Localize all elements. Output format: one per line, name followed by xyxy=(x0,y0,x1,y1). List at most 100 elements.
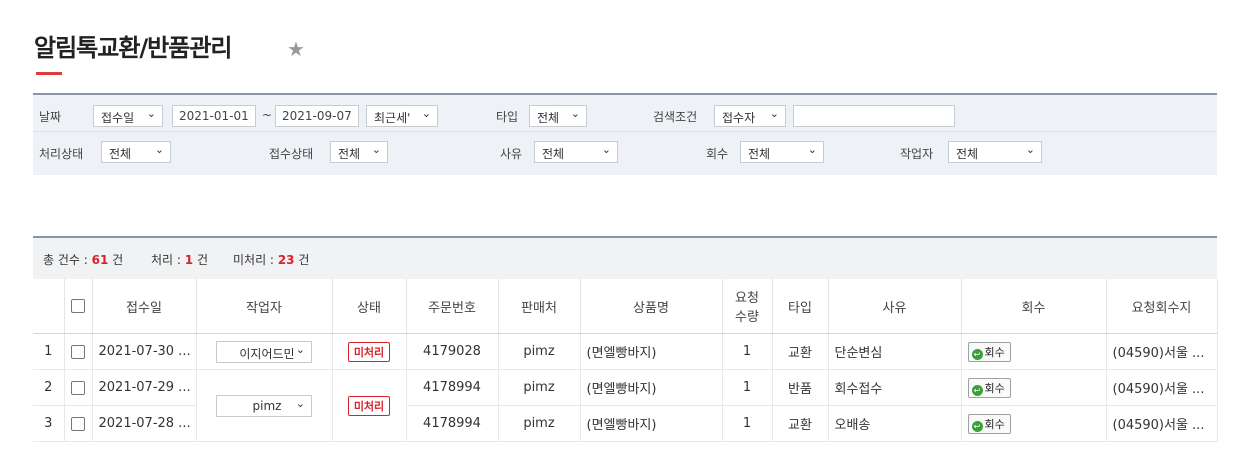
row-checkbox[interactable] xyxy=(71,416,85,431)
received-date: 2021-07-28 ... xyxy=(92,405,197,442)
type: 교환 xyxy=(772,333,829,370)
worker-select[interactable]: 전체 ⌄ xyxy=(948,141,1042,163)
returns-table: 접수일 작업자 상태 주문번호 판매처 상품명 요청 수량 타입 사유 회수 요… xyxy=(33,279,1218,442)
return-arrow-icon: ↩ xyxy=(971,348,983,360)
chevron-down-icon: ⌄ xyxy=(146,107,156,120)
select-all-checkbox[interactable] xyxy=(71,299,85,313)
reason-label: 사유 xyxy=(500,147,523,161)
reason: 회수접수 xyxy=(828,369,962,406)
header-seller[interactable]: 판매처 xyxy=(498,279,581,334)
row-number: 1 xyxy=(33,333,65,370)
received-date: 2021-07-30 ... xyxy=(92,333,197,370)
type-label: 타입 xyxy=(496,110,519,124)
worker-dropdown[interactable]: 이지어드민 ⌄ xyxy=(216,340,312,363)
date-from-input[interactable]: 2021-01-01 xyxy=(172,105,256,127)
pickup-cell: ↩ 회수 xyxy=(961,369,1107,406)
request-qty: 1 xyxy=(722,369,773,406)
date-range-tilde: ~ xyxy=(262,108,273,122)
product-name: (면엘빵바지) xyxy=(580,405,723,442)
type: 교환 xyxy=(772,405,829,442)
pickup-address: (04590)서울 ... xyxy=(1106,405,1218,442)
row-checkbox-cell[interactable] xyxy=(64,405,93,442)
reason-select[interactable]: 전체 ⌄ xyxy=(534,141,618,163)
process-status-label: 처리상태 xyxy=(39,147,84,161)
chevron-down-icon: ⌄ xyxy=(1025,143,1035,156)
page-title: 알림톡교환/반품관리 xyxy=(34,34,232,62)
order-number: 4178994 xyxy=(406,369,499,406)
pickup-select[interactable]: 전체 ⌄ xyxy=(740,141,824,163)
row-number: 3 xyxy=(33,405,65,442)
row-checkbox-cell[interactable] xyxy=(64,333,93,370)
status-badge[interactable]: 미처리 xyxy=(347,341,391,362)
pickup-button[interactable]: ↩ 회수 xyxy=(967,377,1011,398)
received-date: 2021-07-29 ... xyxy=(92,369,197,406)
filter-panel: 날짜 접수일 ⌄ 2021-01-01 ~ 2021-09-07 최근세' ⌄ 타입… xyxy=(33,93,1217,175)
filter-row-2: 처리상태 전체 ⌄ 접수상태 전체 ⌄ 사유 전체 ⌄ 회수 전체 ⌄ 작업자 전체 ⌄ xyxy=(33,133,1217,169)
reason: 단순변심 xyxy=(828,333,962,370)
pending-count-summary: 미처리 : 23 건 xyxy=(233,253,310,267)
chevron-down-icon: ⌄ xyxy=(421,107,431,120)
worker-dropdown[interactable]: pimz ⌄ xyxy=(216,394,312,417)
pickup-cell: ↩ 회수 xyxy=(961,405,1107,442)
seller: pimz xyxy=(498,405,581,442)
period-select[interactable]: 최근세' ⌄ xyxy=(366,105,438,127)
reason: 오배송 xyxy=(828,405,962,442)
header-pickup-address[interactable]: 요청회수지 xyxy=(1106,279,1218,334)
date-to-input[interactable]: 2021-09-07 xyxy=(275,105,359,127)
chevron-down-icon: ⌄ xyxy=(371,143,381,156)
receipt-status-select[interactable]: 전체 ⌄ xyxy=(330,141,388,163)
header-select-all[interactable] xyxy=(64,279,93,334)
chevron-down-icon: ⌄ xyxy=(807,143,817,156)
header-date[interactable]: 접수일 xyxy=(92,279,197,334)
pickup-cell: ↩ 회수 xyxy=(961,333,1107,370)
search-input[interactable] xyxy=(793,105,955,127)
request-qty: 1 xyxy=(722,333,773,370)
product-name: (면엘빵바지) xyxy=(580,369,723,406)
row-checkbox[interactable] xyxy=(71,344,85,359)
done-count-summary: 처리 : 1 건 xyxy=(151,253,209,267)
request-qty: 1 xyxy=(722,405,773,442)
worker-cell: pimz ⌄ xyxy=(196,369,333,442)
favorite-star-icon[interactable]: ★ xyxy=(287,37,305,61)
row-checkbox[interactable] xyxy=(71,380,85,395)
search-condition-label: 검색조건 xyxy=(653,110,698,124)
order-number: 4178994 xyxy=(406,405,499,442)
seller: pimz xyxy=(498,369,581,406)
filter-row-1: 날짜 접수일 ⌄ 2021-01-01 ~ 2021-09-07 최근세' ⌄ 타입… xyxy=(33,95,1217,132)
return-arrow-icon: ↩ xyxy=(971,420,983,432)
header-worker[interactable]: 작업자 xyxy=(196,279,333,334)
seller: pimz xyxy=(498,333,581,370)
worker-cell: 이지어드민 ⌄ xyxy=(196,333,333,370)
date-type-select[interactable]: 접수일 ⌄ xyxy=(93,105,163,127)
pickup-address: (04590)서울 ... xyxy=(1106,333,1218,370)
type-select[interactable]: 전체 ⌄ xyxy=(529,105,587,127)
header-pickup[interactable]: 회수 xyxy=(961,279,1107,334)
table-row[interactable]: 2 2021-07-29 ... pimz ⌄ 미처리 4178994 pimz … xyxy=(33,369,1218,442)
type: 반품 xyxy=(772,369,829,406)
pickup-button[interactable]: ↩ 회수 xyxy=(967,413,1011,434)
pickup-button[interactable]: ↩ 회수 xyxy=(967,341,1011,362)
chevron-down-icon: ⌄ xyxy=(769,107,779,120)
header-type[interactable]: 타입 xyxy=(772,279,829,334)
header-reason[interactable]: 사유 xyxy=(828,279,962,334)
search-field-select[interactable]: 접수자 ⌄ xyxy=(714,105,786,127)
process-status-select[interactable]: 전체 ⌄ xyxy=(101,141,171,163)
header-status[interactable]: 상태 xyxy=(332,279,407,334)
status-cell: 미처리 xyxy=(332,369,407,442)
pickup-label: 회수 xyxy=(706,147,729,161)
chevron-down-icon: ⌄ xyxy=(601,143,611,156)
row-checkbox-cell[interactable] xyxy=(64,369,93,406)
header-row-number xyxy=(33,279,65,334)
chevron-down-icon: ⌄ xyxy=(295,396,305,410)
worker-label: 작업자 xyxy=(900,147,934,161)
header-order-number[interactable]: 주문번호 xyxy=(406,279,499,334)
row-number: 2 xyxy=(33,369,65,406)
status-badge[interactable]: 미처리 xyxy=(347,395,391,416)
summary-bar: 총 건수 : 61 건 처리 : 1 건 미처리 : 23 건 xyxy=(33,236,1217,280)
header-product-name[interactable]: 상품명 xyxy=(580,279,723,334)
table-row[interactable]: 1 2021-07-30 ... 이지어드민 ⌄ 미처리 4179028 pimz… xyxy=(33,333,1218,370)
return-arrow-icon: ↩ xyxy=(971,384,983,396)
header-request-qty[interactable]: 요청 수량 xyxy=(722,279,773,334)
chevron-down-icon: ⌄ xyxy=(295,342,305,356)
chevron-down-icon: ⌄ xyxy=(154,143,164,156)
